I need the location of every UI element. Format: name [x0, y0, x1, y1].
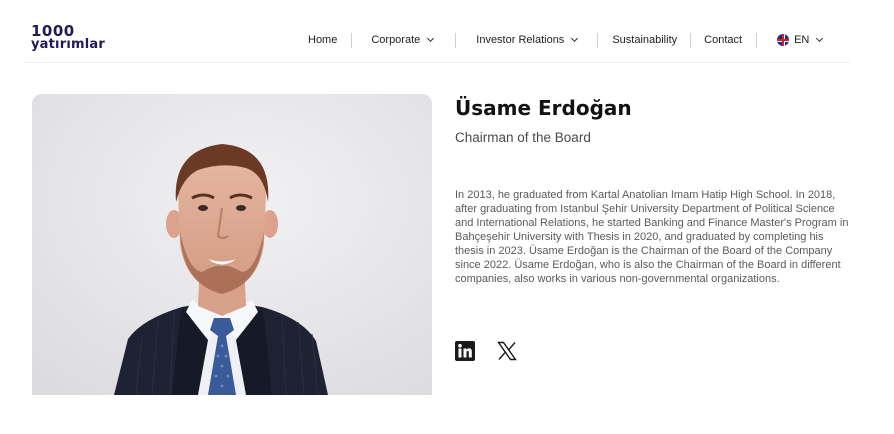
nav-contact-label: Contact: [704, 34, 743, 46]
linkedin-link[interactable]: [455, 341, 475, 361]
uk-flag-icon: [777, 34, 790, 46]
nav-investor-relations[interactable]: Investor Relations: [476, 34, 579, 46]
main-nav: Home Corporate Investor Relations Sustai…: [300, 31, 824, 49]
language-selector[interactable]: EN: [777, 34, 824, 46]
nav-contact[interactable]: Contact: [704, 34, 742, 46]
linkedin-icon: [455, 341, 475, 361]
header-divider: [24, 62, 850, 63]
nav-home-label: Home: [308, 34, 338, 46]
nav-divider: [455, 32, 457, 48]
nav-divider: [756, 32, 758, 48]
x-link[interactable]: [497, 341, 517, 361]
nav-corporate[interactable]: Corporate: [371, 34, 435, 46]
logo-wordmark: yatırımlar: [31, 37, 105, 52]
chevron-down-icon: [427, 34, 435, 43]
nav-divider: [690, 32, 692, 48]
nav-sustainability-label: Sustainability: [612, 34, 678, 46]
person-title: Chairman of the Board: [455, 130, 591, 145]
nav-sustainability[interactable]: Sustainability: [612, 34, 677, 46]
chevron-down-icon: [571, 34, 579, 43]
nav-divider: [597, 32, 599, 48]
nav-corporate-label: Corporate: [371, 34, 421, 46]
person-name: Üsame Erdoğan: [455, 96, 632, 120]
person-bio: In 2013, he graduated from Kartal Anatol…: [455, 189, 849, 285]
portrait-illustration: [32, 94, 432, 395]
chevron-down-icon: [816, 34, 824, 43]
site-header: 1000 yatırımlar Home Corporate Investor …: [0, 0, 894, 63]
nav-home[interactable]: Home: [308, 34, 337, 46]
profile-photo: [32, 94, 432, 395]
language-label: EN: [794, 34, 810, 46]
nav-divider: [351, 32, 353, 48]
logo[interactable]: 1000 yatırımlar: [31, 24, 105, 53]
social-links: [455, 341, 517, 361]
x-icon: [497, 341, 517, 361]
nav-investor-relations-label: Investor Relations: [476, 34, 565, 46]
